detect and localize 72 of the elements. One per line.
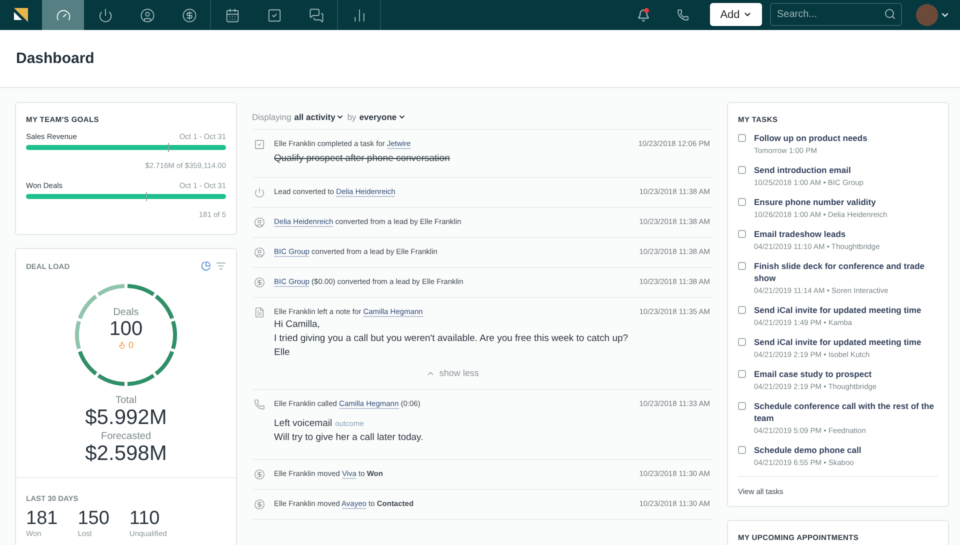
stat-value: 110 bbox=[129, 509, 161, 529]
calendar-icon bbox=[224, 8, 240, 22]
hot-count: 0 bbox=[128, 340, 134, 350]
list-icon[interactable] bbox=[216, 261, 226, 271]
pie-chart-icon[interactable] bbox=[201, 261, 211, 271]
task-title[interactable]: Schedule conference call with the rest of the team bbox=[754, 400, 938, 424]
task-title[interactable]: Email tradeshow leads bbox=[754, 228, 880, 240]
checkbox-icon bbox=[266, 8, 282, 22]
task-checkbox[interactable] bbox=[738, 134, 746, 142]
task-title[interactable]: Email case study to prospect bbox=[754, 368, 877, 380]
logo-icon[interactable] bbox=[14, 8, 28, 22]
total-label: Total bbox=[115, 395, 137, 406]
checkbox-icon bbox=[254, 139, 265, 150]
note-text: Elle bbox=[274, 346, 291, 360]
task-checkbox[interactable] bbox=[738, 306, 746, 314]
caret-icon[interactable] bbox=[940, 10, 950, 20]
task-checkbox[interactable] bbox=[738, 166, 746, 174]
page-title: Dashboard bbox=[16, 50, 94, 67]
person-circle-icon bbox=[254, 217, 265, 228]
dollar-circle-icon bbox=[182, 8, 196, 22]
caret-icon bbox=[398, 113, 406, 121]
gauge-icon bbox=[56, 8, 70, 22]
task-checkbox[interactable] bbox=[738, 338, 746, 346]
note-text: Will try to give her a call later today. bbox=[274, 431, 424, 445]
task-checkbox[interactable] bbox=[738, 262, 746, 270]
task-title[interactable]: Send introduction email bbox=[754, 164, 864, 176]
filter-label: Displaying bbox=[252, 112, 292, 122]
power-circle-icon bbox=[98, 8, 112, 22]
note-text: I tried giving you a call but you weren't available. Are you free this week to catch up? bbox=[274, 332, 630, 346]
caret-icon bbox=[742, 10, 752, 19]
note-text: Hi Camilla, bbox=[274, 318, 321, 332]
search-field[interactable]: Search... bbox=[770, 3, 902, 26]
task-checkbox[interactable] bbox=[738, 446, 746, 454]
task-checkbox[interactable] bbox=[738, 230, 746, 238]
person-circle-icon bbox=[254, 247, 265, 258]
power-circle-icon bbox=[254, 187, 265, 198]
task-title[interactable]: Send iCal invite for updated meeting time bbox=[754, 304, 922, 316]
note-icon bbox=[254, 307, 265, 318]
nav-tab[interactable] bbox=[42, 0, 84, 30]
search-icon bbox=[884, 8, 896, 20]
flame-icon bbox=[118, 341, 126, 349]
deals-label: Deals bbox=[113, 307, 139, 318]
chat-bubbles-icon bbox=[308, 8, 324, 22]
dollar-circle-icon bbox=[254, 277, 265, 288]
add-button[interactable]: Add bbox=[710, 3, 762, 26]
task-title[interactable]: Finish slide deck for conference and trade show bbox=[754, 260, 938, 284]
task-title[interactable]: Send iCal invite for updated meeting time bbox=[754, 336, 922, 348]
task-title: Qualify prospect after phone conversation bbox=[274, 153, 451, 164]
task-title[interactable]: Schedule demo phone call bbox=[754, 444, 862, 456]
deals-count: 100 bbox=[109, 318, 143, 340]
person-circle-icon bbox=[140, 8, 154, 22]
dollar-circle-icon bbox=[254, 469, 265, 480]
forecast-value: $2.598M bbox=[85, 442, 167, 465]
stat-value: 181 bbox=[26, 509, 58, 529]
bar-chart-icon bbox=[352, 8, 366, 22]
phone-icon bbox=[677, 9, 689, 21]
call-outcome: Left voicemail bbox=[274, 418, 332, 429]
task-title[interactable]: Follow up on product needs bbox=[754, 132, 868, 144]
forecast-label: Forecasted bbox=[100, 431, 152, 442]
owner-filter-dropdown[interactable]: everyone bbox=[359, 112, 406, 122]
dollar-circle-icon bbox=[254, 499, 265, 510]
caret-icon bbox=[336, 113, 344, 121]
task-checkbox[interactable] bbox=[738, 370, 746, 378]
task-checkbox[interactable] bbox=[738, 198, 746, 206]
stat-value: 150 bbox=[78, 509, 110, 529]
task-title[interactable]: Ensure phone number validity bbox=[754, 196, 888, 208]
total-value: $5.992M bbox=[85, 406, 167, 429]
phone-icon bbox=[254, 399, 265, 410]
task-checkbox[interactable] bbox=[738, 402, 746, 410]
activity-filter-dropdown[interactable]: all activity bbox=[294, 112, 344, 122]
filter-label: by bbox=[347, 112, 356, 122]
bell-icon bbox=[636, 8, 650, 22]
